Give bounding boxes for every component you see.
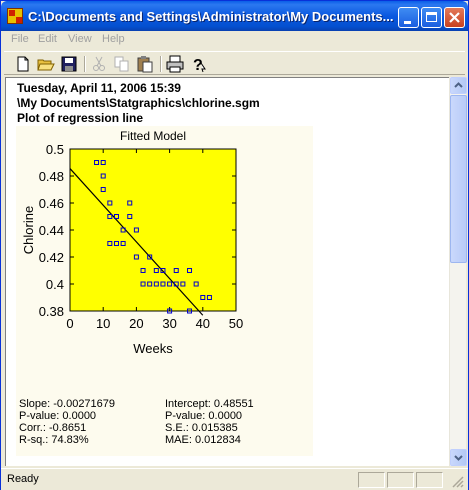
minimize-button[interactable] (398, 7, 419, 28)
status-text: Ready (7, 473, 39, 485)
plot-area (69, 148, 237, 312)
stat-p-value-intercept: P-value: 0.0000 (165, 410, 243, 422)
save-icon[interactable] (60, 55, 78, 73)
stat-r-squared: R-sq.: 74.83% (19, 434, 89, 446)
stat-p-value-slope: P-value: 0.0000 (19, 410, 97, 422)
x-tick-label: 10 (96, 316, 110, 331)
stat-slope: Slope: -0.00271679 (19, 398, 116, 410)
chart-panel: Fitted Model 0 10 20 30 40 50 0.38 0.4 0.42 0.44 0.… (16, 126, 313, 456)
x-tick-label: 30 (162, 316, 176, 331)
toolbar-separator (84, 56, 86, 72)
y-tick-label: 0.38 (39, 304, 64, 319)
stat-standard-error: S.E.: 0.015385 (165, 422, 238, 434)
y-tick-label: 0.48 (39, 169, 64, 184)
report-subtitle: Plot of regression line (17, 111, 144, 125)
toolbar: ? (4, 51, 465, 75)
status-pane (387, 472, 414, 488)
menu-help[interactable]: Help (102, 33, 125, 45)
x-tick-label: 20 (129, 316, 143, 331)
help-icon[interactable]: ? (189, 55, 207, 73)
scroll-up-button[interactable] (450, 77, 467, 94)
vertical-scrollbar[interactable] (449, 77, 467, 466)
menu-bar: File Edit View Help (4, 31, 465, 49)
y-tick-label: 0.4 (46, 277, 64, 292)
close-icon (449, 12, 460, 23)
cut-icon[interactable] (90, 55, 108, 73)
status-pane (358, 472, 385, 488)
x-tick-label: 50 (229, 316, 243, 331)
report-pane[interactable]: Tuesday, April 11, 2006 15:39 \My Docume… (5, 77, 449, 466)
y-axis-label: Chlorine (21, 206, 36, 254)
status-bar: Ready (1, 468, 468, 490)
chart-title: Fitted Model (120, 129, 186, 143)
resize-grip-icon[interactable] (451, 475, 465, 489)
maximize-button[interactable] (421, 7, 442, 28)
toolbar-separator (160, 56, 162, 72)
status-pane (416, 472, 443, 488)
menu-file[interactable]: File (11, 33, 29, 45)
scroll-down-button[interactable] (450, 449, 467, 466)
title-bar[interactable]: C:\Documents and Settings\Administrator\… (1, 1, 468, 31)
maximize-icon (426, 12, 437, 22)
paste-icon[interactable] (136, 55, 154, 73)
y-tick-label: 0.5 (46, 142, 64, 157)
y-tick-label: 0.44 (39, 223, 64, 238)
stat-mae: MAE: 0.012834 (165, 434, 241, 446)
window-title: C:\Documents and Settings\Administrator\… (28, 9, 394, 24)
stat-intercept: Intercept: 0.48551 (165, 398, 254, 410)
print-icon[interactable] (166, 55, 184, 73)
close-button[interactable] (444, 7, 465, 28)
svg-text:?: ? (193, 57, 203, 73)
x-tick-label: 0 (66, 316, 73, 331)
menu-edit[interactable]: Edit (38, 33, 57, 45)
app-window: C:\Documents and Settings\Administrator\… (0, 0, 469, 490)
minimize-icon (404, 21, 411, 24)
scroll-thumb[interactable] (450, 95, 467, 263)
menu-view[interactable]: View (68, 33, 92, 45)
y-tick-label: 0.46 (39, 196, 64, 211)
report-file-path: \My Documents\Statgraphics\chlorine.sgm (17, 96, 260, 110)
chevron-down-icon (454, 455, 463, 461)
report-date: Tuesday, April 11, 2006 15:39 (17, 81, 181, 95)
statgraphics-app-icon[interactable] (7, 8, 23, 24)
x-tick-label: 40 (196, 316, 210, 331)
open-folder-icon[interactable] (37, 55, 55, 73)
chevron-up-icon (454, 82, 463, 88)
copy-icon[interactable] (113, 55, 131, 73)
y-tick-label: 0.42 (39, 250, 64, 265)
new-file-icon[interactable] (14, 55, 32, 73)
x-axis-label: Weeks (133, 341, 173, 356)
stat-correlation: Corr.: -0.8651 (19, 422, 87, 434)
